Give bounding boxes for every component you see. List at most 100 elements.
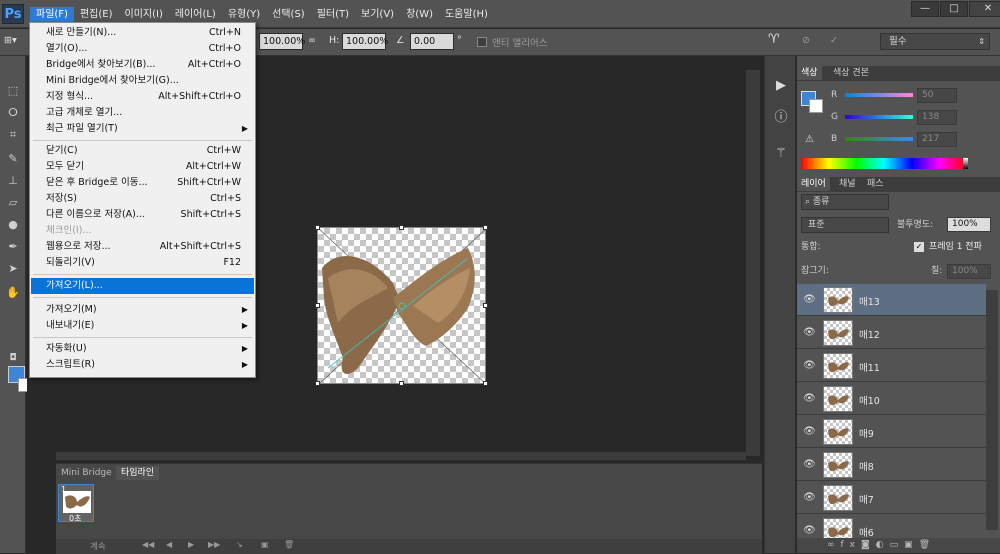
link-icon[interactable]: ∞	[308, 35, 316, 46]
transform-handle-tl[interactable]	[315, 225, 320, 230]
animation-frame[interactable]: 1 0초	[58, 484, 94, 524]
menu-select[interactable]: 선택(S)	[266, 7, 311, 23]
menu-item-new[interactable]: 새로 만들기(N)... Ctrl+N	[31, 25, 254, 41]
adjustment-icon[interactable]: ◐	[876, 540, 890, 550]
document-canvas[interactable]	[315, 225, 488, 386]
height-percent-field[interactable]: 100.00%	[342, 33, 388, 50]
b-value-field[interactable]: 217	[917, 132, 957, 147]
tab-channels[interactable]: 채널	[835, 177, 860, 191]
cancel-transform-icon[interactable]: ⊘	[802, 35, 810, 46]
frame-delay[interactable]: 0초	[69, 513, 81, 524]
eye-icon[interactable]: 👁	[803, 294, 816, 306]
menu-item-save-for-web[interactable]: 웹용으로 저장... Alt+Shift+Ctrl+S	[31, 239, 254, 255]
menu-item-browse-mini-bridge[interactable]: Mini Bridge에서 찾아보기(G)...	[31, 73, 254, 89]
menu-item-scripts[interactable]: 스크립트(R) ▶	[31, 357, 254, 373]
workspace-dropdown[interactable]: 필수 ⇕	[880, 33, 990, 50]
blend-mode-dropdown[interactable]: 표준	[801, 217, 889, 233]
close-button[interactable]: ✕	[969, 1, 1000, 17]
menu-help[interactable]: 도움말(H)	[439, 7, 494, 23]
transform-handle-bl[interactable]	[315, 381, 320, 386]
menu-layer[interactable]: 레이어(L)	[169, 7, 222, 23]
hand-tool-icon[interactable]: ✋	[4, 286, 22, 300]
new-layer-icon[interactable]: ▣	[904, 540, 919, 550]
eye-icon[interactable]: 👁	[803, 525, 816, 537]
transform-handle-tm[interactable]	[399, 225, 404, 230]
transform-handle-ml[interactable]	[315, 303, 320, 308]
info-icon[interactable]: ⓘ	[771, 108, 791, 128]
tab-paths[interactable]: 패스	[863, 177, 888, 191]
link-layers-icon[interactable]: ∞	[827, 540, 841, 550]
fx-icon[interactable]: fx	[841, 540, 862, 550]
loop-dropdown[interactable]: 계속	[90, 540, 106, 552]
menu-item-automate[interactable]: 자동화(U) ▶	[31, 341, 254, 357]
marquee-tool-icon[interactable]: ⬚	[4, 84, 22, 98]
transform-handle-br[interactable]	[483, 381, 488, 386]
eraser-tool-icon[interactable]: ▱	[4, 196, 22, 210]
play-actions-icon[interactable]: ▶	[771, 76, 791, 96]
spectrum-bw[interactable]	[963, 158, 968, 169]
color-spectrum-bar[interactable]	[801, 158, 967, 169]
eye-icon[interactable]: 👁	[803, 393, 816, 405]
brush-tool-icon[interactable]: ✎	[4, 152, 22, 166]
menu-item-close[interactable]: 닫기(C) Ctrl+W	[31, 143, 254, 159]
eye-icon[interactable]: 👁	[803, 459, 816, 471]
layer-row[interactable]: 👁 매13	[797, 284, 986, 316]
menu-item-save[interactable]: 저장(S) Ctrl+S	[31, 191, 254, 207]
mask-icon[interactable]: ◙	[861, 540, 876, 550]
menu-item-import[interactable]: 가져오기(M) ▶	[31, 302, 254, 318]
menu-file[interactable]: 파일(F)	[30, 7, 74, 23]
layer-row[interactable]: 👁 매10	[797, 383, 986, 415]
menu-item-save-as[interactable]: 다른 이름으로 저장(A)... Shift+Ctrl+S	[31, 207, 254, 223]
pen-tool-icon[interactable]: ✒	[4, 240, 22, 254]
canvas-vertical-scrollbar[interactable]	[746, 70, 760, 456]
opacity-field[interactable]: 100%	[947, 217, 991, 232]
play-icon[interactable]: ▶	[188, 540, 194, 549]
layer-row[interactable]: 👁 매8	[797, 449, 986, 481]
layer-row[interactable]: 👁 매11	[797, 350, 986, 382]
r-value-field[interactable]: 50	[917, 88, 957, 103]
prev-frame-icon[interactable]: ◀	[166, 540, 172, 549]
first-frame-icon[interactable]: ◀◀	[142, 540, 154, 549]
eye-icon[interactable]: 👁	[803, 327, 816, 339]
menu-item-export[interactable]: 내보내기(E) ▶	[31, 318, 254, 334]
transform-handle-mr[interactable]	[483, 303, 488, 308]
menu-item-open-smart-object[interactable]: 고급 개체로 열기...	[31, 105, 254, 121]
menu-edit[interactable]: 편집(E)	[74, 7, 119, 23]
menu-item-close-go-bridge[interactable]: 닫은 후 Bridge로 이동... Shift+Ctrl+W	[31, 175, 254, 191]
layer-row[interactable]: 👁 매9	[797, 416, 986, 448]
tab-mini-bridge[interactable]: Mini Bridge	[56, 466, 117, 480]
menu-item-open[interactable]: 열기(O)... Ctrl+O	[31, 41, 254, 57]
transform-handle-bm[interactable]	[399, 381, 404, 386]
layer-row[interactable]: 👁 매7	[797, 482, 986, 514]
eye-icon[interactable]: 👁	[803, 426, 816, 438]
menu-filter[interactable]: 필터(T)	[311, 7, 355, 23]
next-frame-icon[interactable]: ▶▶	[208, 540, 220, 549]
layer-row[interactable]: 👁 매6	[797, 515, 986, 538]
color-background-swatch[interactable]	[809, 99, 823, 113]
menu-view[interactable]: 보기(V)	[355, 7, 400, 23]
warp-icon[interactable]: ♈	[768, 32, 780, 47]
stamp-tool-icon[interactable]: ⊥	[4, 174, 22, 188]
tab-timeline[interactable]: 타임라인	[116, 466, 160, 480]
r-slider[interactable]	[845, 93, 913, 97]
eye-icon[interactable]: 👁	[803, 360, 816, 372]
menu-item-place[interactable]: 가져오기(L)...	[31, 278, 254, 294]
propagate-checkbox[interactable]: ✓	[914, 242, 924, 252]
commit-transform-icon[interactable]: ✓	[830, 35, 838, 46]
antialias-checkbox[interactable]	[477, 37, 487, 47]
delete-frame-icon[interactable]: 🗑	[284, 540, 294, 549]
lasso-tool-icon[interactable]: ⵔ	[4, 106, 22, 120]
g-slider[interactable]	[845, 115, 913, 119]
fill-field[interactable]: 100%	[947, 264, 991, 279]
brush-presets-icon[interactable]: ⚚	[771, 144, 791, 164]
layers-scrollbar[interactable]	[986, 290, 998, 530]
minimize-button[interactable]: —	[911, 1, 939, 17]
g-value-field[interactable]: 138	[917, 110, 957, 125]
width-percent-field[interactable]: 100.00%	[259, 33, 305, 50]
maximize-button[interactable]: □	[940, 1, 968, 17]
tool-preset-icon[interactable]: ⊞▾	[4, 35, 17, 46]
tween-icon[interactable]: ↘	[236, 540, 243, 549]
group-icon[interactable]: ▭	[890, 540, 905, 550]
tab-swatches[interactable]: 색상 견본	[829, 66, 873, 80]
move-tool-icon[interactable]: ➤	[4, 262, 22, 276]
